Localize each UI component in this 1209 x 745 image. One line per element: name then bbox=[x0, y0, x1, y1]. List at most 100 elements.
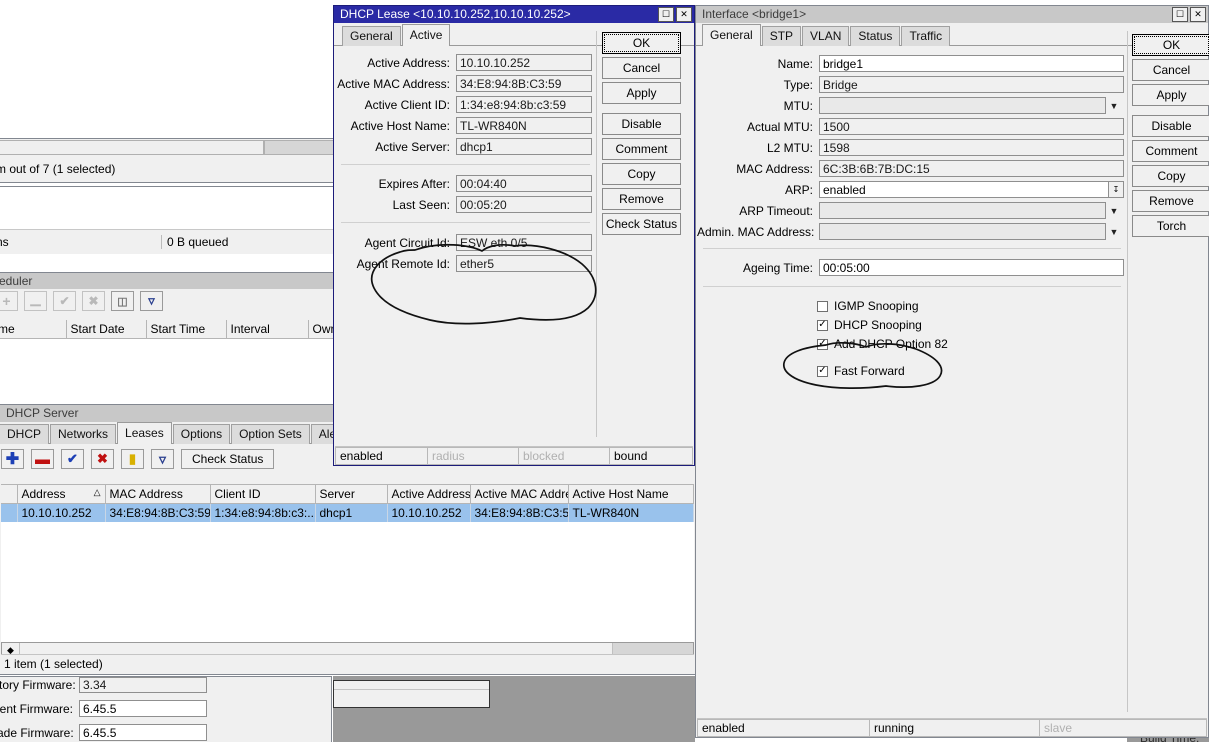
enable-lease-icon[interactable]: ✔ bbox=[61, 449, 84, 469]
add-dhcp-option-82-row: ✓ Add DHCP Option 82 bbox=[817, 337, 1127, 351]
leases-col-server[interactable]: Server bbox=[315, 485, 388, 504]
leases-col-active-host-name[interactable]: Active Host Name bbox=[568, 485, 694, 504]
name-input[interactable]: bridge1 bbox=[819, 55, 1124, 72]
scheduler-disable-icon[interactable]: ✖ bbox=[82, 291, 105, 311]
active-client-id-row: Active Client ID: 1:34:e8:94:8b:c3:59 bbox=[335, 96, 596, 113]
dhcp-snooping-row: ✓ DHCP Snooping bbox=[817, 318, 1127, 332]
ok-button[interactable]: OK bbox=[1132, 34, 1209, 56]
scheduler-enable-icon[interactable]: ✔ bbox=[53, 291, 76, 311]
remove-button[interactable]: Remove bbox=[1132, 190, 1209, 212]
row-address: 10.10.10.252 bbox=[17, 503, 106, 522]
current-firmware-value: 6.45.5 bbox=[79, 700, 207, 717]
tab-option-sets[interactable]: Option Sets bbox=[231, 424, 310, 444]
close-icon[interactable]: ✕ bbox=[676, 7, 692, 22]
scheduler-col-owner[interactable]: Owne bbox=[308, 320, 334, 339]
copy-button[interactable]: Copy bbox=[1132, 165, 1209, 187]
comment-button[interactable]: Comment bbox=[1132, 140, 1209, 162]
leases-col-active-address[interactable]: Active Address bbox=[387, 485, 471, 504]
disable-button[interactable]: Disable bbox=[602, 113, 681, 135]
last-seen-row: Last Seen: 00:05:20 bbox=[335, 196, 596, 213]
chevron-down-icon-mtu[interactable]: ▼ bbox=[1106, 97, 1122, 114]
interface-list-scroll[interactable] bbox=[0, 140, 264, 155]
tab-general[interactable]: General bbox=[342, 26, 401, 46]
torch-button[interactable]: Torch bbox=[1132, 215, 1209, 237]
expires-after-value: 00:04:40 bbox=[456, 175, 592, 192]
igmp-snooping-checkbox[interactable] bbox=[817, 300, 828, 312]
scheduler-add-icon[interactable]: + bbox=[0, 291, 18, 311]
apply-button[interactable]: Apply bbox=[1132, 84, 1209, 106]
mtu-input[interactable] bbox=[819, 97, 1106, 114]
expires-after-label: Expires After: bbox=[378, 176, 450, 191]
comment-button[interactable]: Comment bbox=[602, 138, 681, 160]
scheduler-comment-icon[interactable]: ◫ bbox=[111, 291, 134, 311]
interface-list-scroll-end[interactable] bbox=[264, 140, 334, 155]
scheduler-col-interval[interactable]: Interval bbox=[226, 320, 309, 339]
fast-forward-checkbox[interactable]: ✓ bbox=[817, 365, 828, 377]
mac-address-row: MAC Address: 6C:3B:6B:7B:DC:15 bbox=[697, 160, 1127, 177]
expires-after-row: Expires After: 00:04:40 bbox=[335, 175, 596, 192]
agent-remote-id-row: Agent Remote Id: ether5 bbox=[335, 255, 596, 272]
tab-networks[interactable]: Networks bbox=[50, 424, 117, 444]
active-host-name-value: TL-WR840N bbox=[456, 117, 592, 134]
chevron-down-icon-arp-timeout[interactable]: ▼ bbox=[1106, 202, 1122, 219]
active-host-name-row: Active Host Name: TL-WR840N bbox=[335, 117, 596, 134]
add-lease-icon[interactable]: ✚ bbox=[1, 449, 24, 469]
filter-icon[interactable]: ▿ bbox=[151, 449, 174, 469]
divider-2 bbox=[703, 286, 1121, 287]
row-active-address: 10.10.10.252 bbox=[387, 503, 471, 522]
tab-general[interactable]: General bbox=[702, 24, 761, 46]
cancel-button[interactable]: Cancel bbox=[1132, 59, 1209, 81]
arp-timeout-input[interactable] bbox=[819, 202, 1106, 219]
maximize-icon[interactable]: ☐ bbox=[658, 7, 674, 22]
apply-button[interactable]: Apply bbox=[602, 82, 681, 104]
leases-col-mac-address[interactable]: MAC Address bbox=[105, 485, 211, 504]
disable-button[interactable]: Disable bbox=[1132, 115, 1209, 137]
tab-active[interactable]: Active bbox=[401, 24, 451, 46]
ageing-time-input[interactable]: 00:05:00 bbox=[819, 259, 1124, 276]
close-icon[interactable]: ✕ bbox=[1190, 7, 1206, 22]
leases-table: Address △ MAC Address Client ID Server Ac… bbox=[1, 485, 694, 522]
dhcp-snooping-checkbox[interactable]: ✓ bbox=[817, 319, 828, 331]
type-value: Bridge bbox=[819, 76, 1124, 93]
scheduler-remove-icon[interactable]: ⚊ bbox=[24, 291, 47, 311]
scheduler-toolbar: + ⚊ ✔ ✖ ◫ ▿ bbox=[0, 289, 335, 313]
chevron-down-icon-arp[interactable]: ↧ bbox=[1109, 181, 1124, 198]
dhcp-lease-titlebar[interactable]: DHCP Lease <10.10.10.252,10.10.10.252> ☐… bbox=[334, 6, 694, 23]
check-status-button[interactable]: Check Status bbox=[602, 213, 681, 235]
cancel-button[interactable]: Cancel bbox=[602, 57, 681, 79]
add-dhcp-option-82-checkbox[interactable]: ✓ bbox=[817, 338, 828, 350]
leases-col-address[interactable]: Address △ bbox=[17, 485, 106, 504]
leases-table-container: Address △ MAC Address Client ID Server Ac… bbox=[1, 484, 694, 642]
disable-lease-icon[interactable]: ✖ bbox=[91, 449, 114, 469]
leases-col-active-mac[interactable]: Active MAC Addre... bbox=[470, 485, 569, 504]
interface-statusbar: enabled running slave bbox=[697, 718, 1207, 737]
ok-button[interactable]: OK bbox=[602, 32, 681, 54]
scheduler-filter-icon[interactable]: ▿ bbox=[140, 291, 163, 311]
arp-select[interactable]: enabled bbox=[819, 181, 1109, 198]
type-row: Type: Bridge bbox=[697, 76, 1127, 93]
tab-dhcp[interactable]: DHCP bbox=[0, 424, 50, 444]
scheduler-col-name[interactable]: me bbox=[0, 320, 67, 339]
check-status-button[interactable]: Check Status bbox=[181, 449, 275, 469]
maximize-icon[interactable]: ☐ bbox=[1172, 7, 1188, 22]
tab-options[interactable]: Options bbox=[172, 424, 231, 444]
active-server-label: Active Server: bbox=[375, 139, 450, 154]
admin-mac-address-input[interactable] bbox=[819, 223, 1106, 240]
remove-button[interactable]: Remove bbox=[602, 188, 681, 210]
scheduler-col-start-time[interactable]: Start Time bbox=[146, 320, 227, 339]
name-label: Name: bbox=[777, 56, 813, 71]
fast-forward-row: ✓ Fast Forward bbox=[817, 364, 1127, 378]
comment-lease-icon[interactable]: ▮ bbox=[121, 449, 144, 469]
row-active-mac: 34:E8:94:8B:C3:59 bbox=[470, 503, 569, 522]
remove-lease-icon[interactable]: ▬ bbox=[31, 449, 54, 469]
scheduler-col-start-date[interactable]: Start Date bbox=[66, 320, 147, 339]
active-mac-address-label: Active MAC Address: bbox=[337, 76, 450, 91]
tab-leases[interactable]: Leases bbox=[117, 422, 172, 444]
copy-button[interactable]: Copy bbox=[602, 163, 681, 185]
active-host-name-label: Active Host Name: bbox=[350, 118, 450, 133]
interface-titlebar[interactable]: Interface <bridge1> ☐ ✕ bbox=[696, 6, 1208, 23]
scheduler-title: eduler bbox=[0, 274, 33, 288]
table-row[interactable]: 10.10.10.252 34:E8:94:8B:C3:59 1:34:e8:9… bbox=[1, 503, 694, 522]
chevron-down-icon-admin-mac[interactable]: ▼ bbox=[1106, 223, 1122, 240]
leases-col-client-id[interactable]: Client ID bbox=[210, 485, 316, 504]
